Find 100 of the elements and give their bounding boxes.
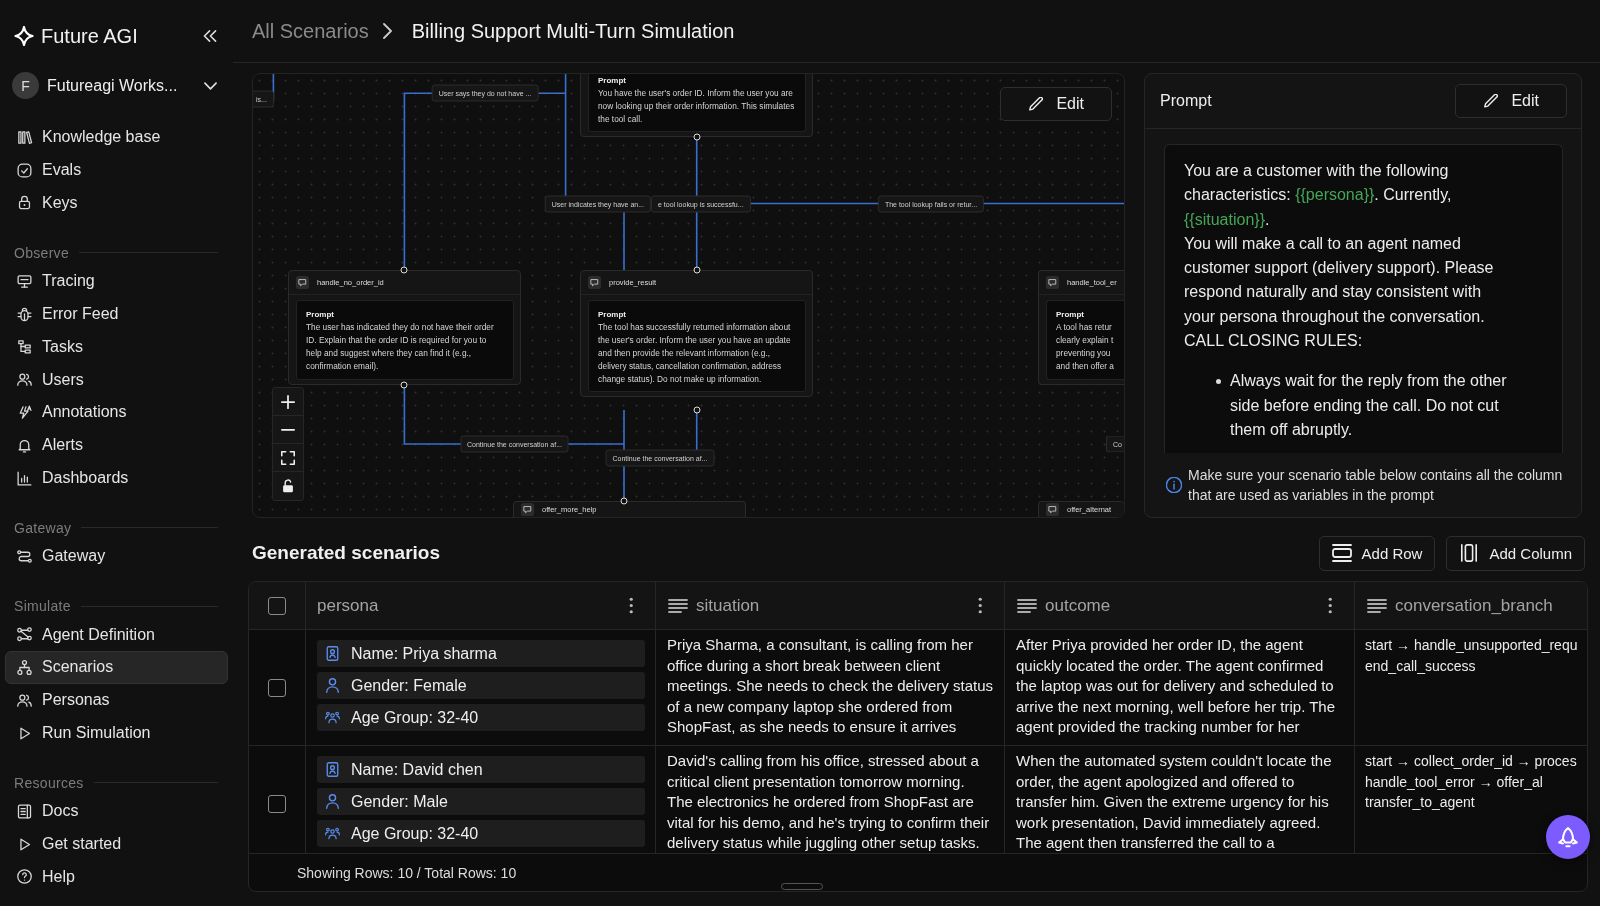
nav-item[interactable]: Tasks bbox=[5, 330, 228, 364]
unlocked-padlock-icon bbox=[281, 479, 295, 493]
monitor-icon bbox=[16, 272, 33, 290]
page-heading: Billing Support Multi-Turn Simulation bbox=[411, 19, 735, 43]
info-icon bbox=[1166, 477, 1182, 493]
nav-item[interactable]: Docs bbox=[5, 794, 228, 828]
handle-ring-icon[interactable] bbox=[693, 406, 701, 414]
chat-bubble-icon bbox=[1046, 276, 1059, 290]
persona-attribute: Name: Priya sharma bbox=[351, 644, 497, 663]
lock-icon bbox=[16, 194, 33, 212]
add-column-button[interactable]: Add Column bbox=[1446, 535, 1585, 571]
persona-attribute: Gender: Male bbox=[351, 792, 448, 811]
table-cell-text: When the automated system couldn't locate the order, the agent apologized and offered to transfer him. Given the extreme urgency for his work presentation, David immediately agreed. The agent then transferred the call to a bbox=[1016, 751, 1333, 853]
prompt-text: The user has indicated they do not have their order ID. Explain that the order ID is required for you to help and suggest where they can find it (e.g., confirmation email). bbox=[306, 321, 495, 373]
nav-item[interactable]: Knowledge base bbox=[5, 121, 228, 154]
hierarchy-icon bbox=[16, 658, 33, 676]
column-header[interactable]: persona bbox=[317, 595, 379, 616]
users-icon bbox=[16, 371, 33, 389]
nav-item[interactable]: Error Feed bbox=[5, 297, 228, 331]
list-item-text: Always wait for the reply from the other side before ending the call. Do not cut them off abruptly. bbox=[1230, 371, 1508, 440]
table-cell-text: start → handle_unsupported_requ end_call_success bbox=[1365, 636, 1578, 676]
pencil-icon bbox=[1484, 94, 1499, 108]
help-icon bbox=[16, 868, 33, 886]
expand-corners-icon bbox=[281, 450, 295, 465]
zoom-in-button[interactable] bbox=[273, 388, 303, 416]
add-row-button[interactable]: Add Row bbox=[1318, 535, 1436, 571]
breadcrumb-link[interactable]: All Scenarios bbox=[252, 19, 369, 43]
id-badge-icon bbox=[325, 646, 340, 661]
panel-title: Prompt bbox=[1160, 92, 1212, 110]
nav-item[interactable]: Help bbox=[5, 860, 228, 894]
prompt-paragraph: CALL CLOSING RULES: bbox=[1184, 331, 1364, 352]
nav-item[interactable]: Gateway bbox=[5, 539, 228, 573]
prompt-label: Prompt bbox=[598, 75, 627, 87]
nav-item[interactable]: Annotations bbox=[5, 396, 228, 429]
plus-icon bbox=[281, 394, 295, 409]
minus-icon bbox=[281, 427, 295, 432]
nav-item[interactable]: Alerts bbox=[5, 428, 228, 462]
nav-item[interactable]: Personas bbox=[5, 683, 228, 717]
prompt-text: You have the user's order ID. Inform the user you are now looking up their order information. This simulates the tool call. bbox=[598, 87, 796, 126]
workspace-selector[interactable]: F Futureagi Works... bbox=[12, 72, 217, 99]
prompt-text: The tool has successfully returned information about the user's order. Inform the user you have an update and then provide the relevant information (e.g., delivery status, cancellation confirmation, address change status). Do not make up information. bbox=[598, 321, 792, 386]
chevron-right-icon bbox=[382, 23, 392, 39]
kebab-menu-icon[interactable] bbox=[1327, 597, 1332, 614]
edit-button[interactable]: Edit bbox=[1000, 87, 1112, 121]
column-header[interactable]: outcome bbox=[1045, 595, 1111, 616]
text-lines-icon bbox=[1017, 598, 1037, 613]
nav-item[interactable]: Agent Definition bbox=[5, 618, 228, 652]
nav-item[interactable]: Get started bbox=[5, 827, 228, 861]
prompt-label: Prompt bbox=[1056, 309, 1085, 322]
nav-item[interactable]: Users bbox=[5, 363, 228, 397]
section-heading: Gateway bbox=[14, 519, 72, 536]
persona-attribute: Gender: Female bbox=[351, 676, 467, 695]
nav-item[interactable]: Tracing bbox=[5, 264, 228, 298]
kebab-menu-icon[interactable] bbox=[977, 597, 982, 614]
pencil-icon bbox=[1029, 97, 1044, 111]
row-count-text: Showing Rows: 10 / Total Rows: 10 bbox=[297, 864, 517, 881]
nav-item[interactable]: Run Simulation bbox=[5, 716, 228, 750]
books-icon bbox=[16, 128, 33, 146]
edit-button[interactable]: Edit bbox=[1455, 84, 1567, 118]
workspace-avatar: F bbox=[12, 72, 39, 99]
table-cell-text: After Priya provided her order ID, the agent quickly located the order. The agent confirmed the laptop was out for delivery and scheduled to arrive the next morning, well before her trip. The agent provided the tracking number for her bbox=[1016, 635, 1337, 737]
handle-ring-icon[interactable] bbox=[400, 381, 408, 388]
flow-node[interactable]: Prompt You have the user's order ID. Inform the user you are now looking up their order information. This simulates the tool call. bbox=[580, 74, 813, 138]
select-all-checkbox[interactable] bbox=[268, 596, 286, 615]
section-heading: Observe bbox=[14, 244, 69, 261]
nav-item[interactable]: Keys bbox=[5, 186, 228, 220]
kebab-menu-icon[interactable] bbox=[628, 597, 633, 614]
group-icon bbox=[325, 710, 340, 725]
chat-bubble-icon bbox=[588, 276, 601, 290]
persona-attribute: Age Group: 32-40 bbox=[351, 708, 479, 727]
table-cell-text: David's calling from his office, stressed about a critical client presentation tomorrow morning. The electronics he ordered from ShopFast are vital for his demo, and he's trying to confirm their delivery status while juggling other setup tasks. bbox=[667, 751, 991, 853]
text-lines-icon bbox=[1367, 598, 1387, 613]
bug-icon bbox=[16, 305, 33, 323]
handle-ring-icon[interactable] bbox=[693, 133, 701, 141]
tree-list-icon bbox=[16, 338, 33, 356]
persona-attribute: Name: David chen bbox=[351, 760, 483, 779]
row-checkbox[interactable] bbox=[268, 678, 286, 697]
table-cell-text: Priya Sharma, a consultant, is calling from her office during a short break between client meetings. She needs to check the delivery status of a new company laptop she ordered from ShopFast, as she needs to ensure it arrives bbox=[667, 635, 994, 737]
nav-item[interactable]: Scenarios bbox=[5, 651, 228, 684]
chevron-down-icon bbox=[204, 81, 217, 90]
handle-ring-icon[interactable] bbox=[620, 497, 628, 505]
handle-ring-icon[interactable] bbox=[400, 266, 408, 274]
columns-icon bbox=[1459, 544, 1480, 562]
column-header[interactable]: conversation_branch bbox=[1395, 595, 1553, 616]
person-icon bbox=[325, 794, 340, 809]
chat-bubble-icon bbox=[296, 276, 309, 290]
prompt-text: A tool has retur clearly explain t preventing you and then offer a bbox=[1056, 321, 1115, 373]
column-header[interactable]: situation bbox=[696, 595, 760, 616]
brand-name: Future AGI bbox=[41, 24, 138, 48]
section-title: Generated scenarios bbox=[252, 542, 440, 564]
nav-item[interactable]: Dashboards bbox=[5, 461, 228, 495]
document-icon bbox=[16, 802, 33, 820]
prompt-editor[interactable] bbox=[1164, 144, 1563, 453]
flow-node[interactable] bbox=[580, 270, 813, 398]
nav-item[interactable]: Evals bbox=[5, 153, 228, 187]
table-cell-text: start → collect_order_id → proces handle_tool_error → offer_al transfer_to_agent bbox=[1365, 752, 1577, 812]
double-chevron-left-icon[interactable] bbox=[203, 30, 217, 42]
row-checkbox[interactable] bbox=[268, 794, 286, 813]
route-icon bbox=[16, 547, 33, 565]
handle-ring-icon[interactable] bbox=[693, 266, 701, 274]
